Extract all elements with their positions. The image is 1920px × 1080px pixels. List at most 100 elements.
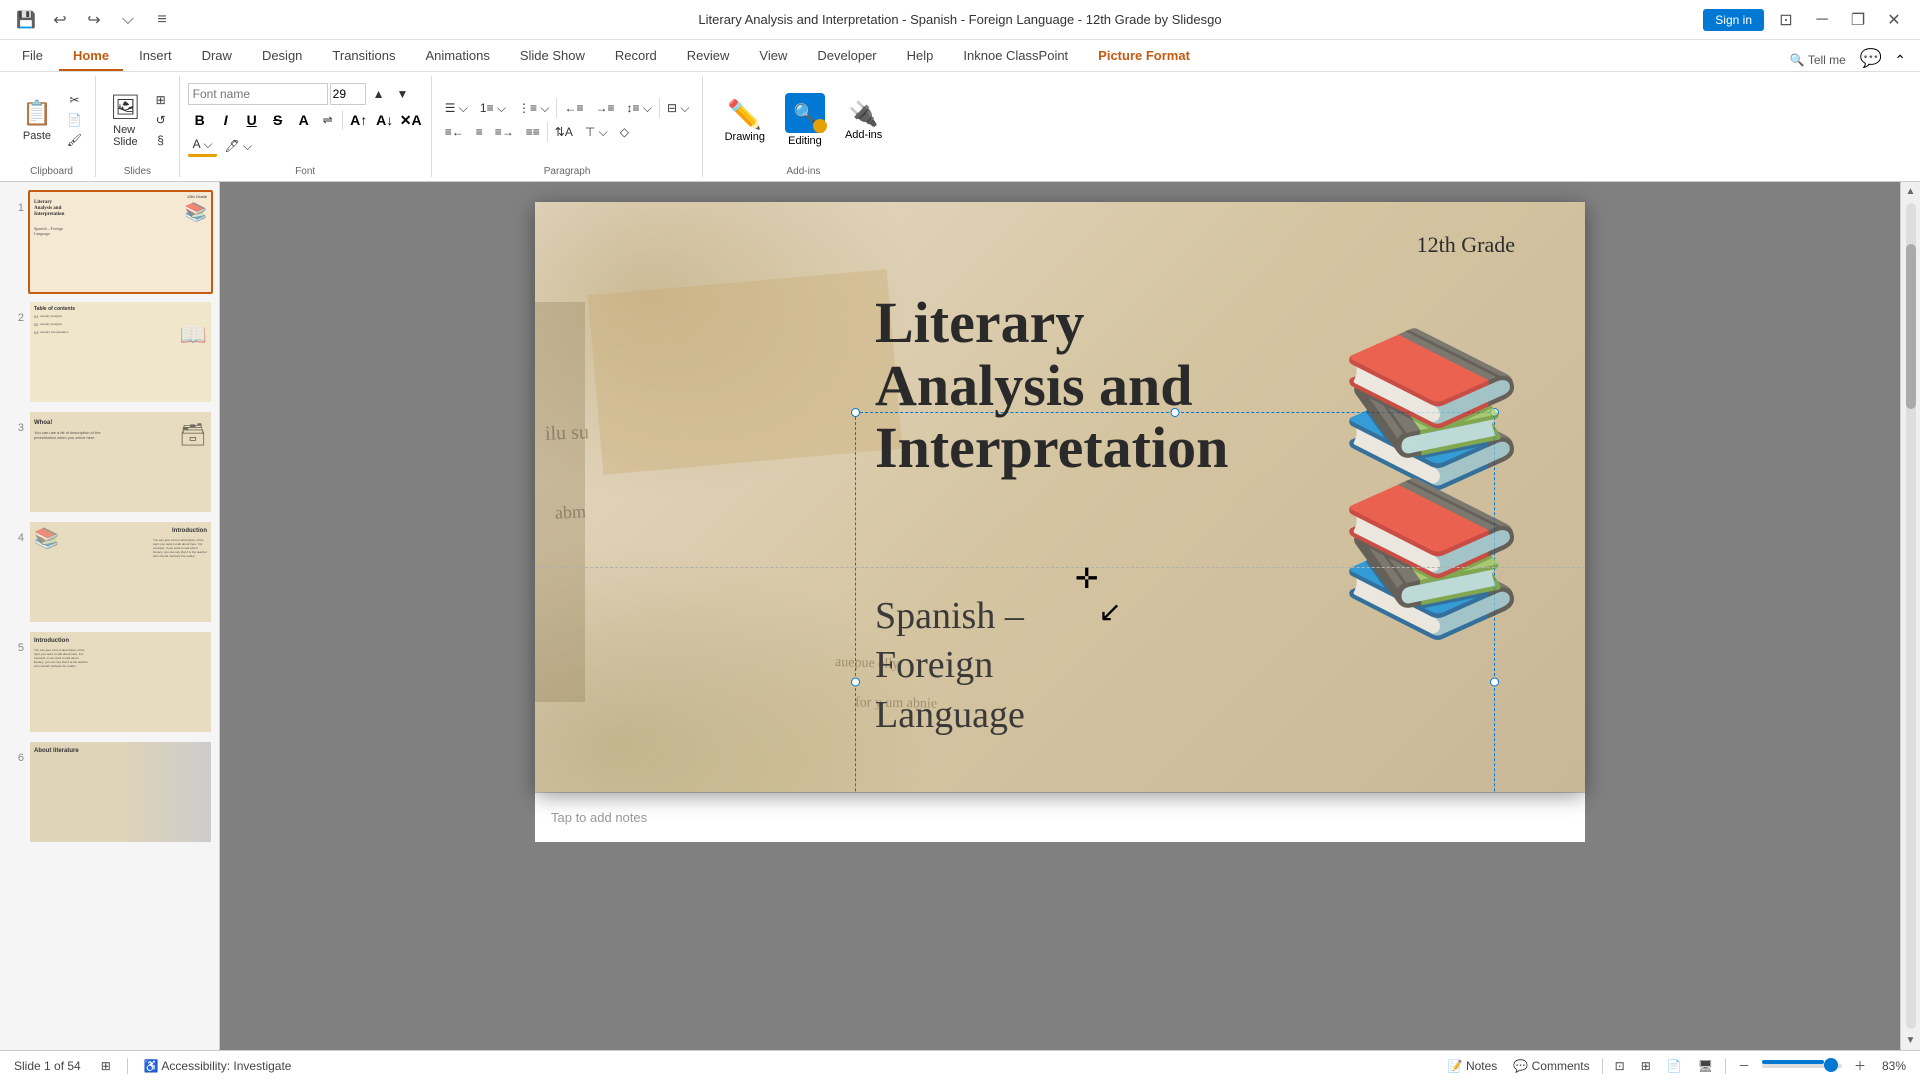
tab-design[interactable]: Design	[248, 42, 316, 71]
slide-item-3[interactable]: 3 Whoa! You can use a bit of description…	[6, 410, 213, 514]
tab-developer[interactable]: Developer	[803, 42, 890, 71]
presenter-view-button[interactable]: 🖥	[1694, 1057, 1717, 1075]
search-tell-me[interactable]: 🔍 Tell me	[1782, 49, 1854, 71]
scroll-track[interactable]	[1906, 203, 1916, 1029]
tab-draw[interactable]: Draw	[188, 42, 246, 71]
increase-font-button[interactable]: A↑	[347, 109, 371, 131]
close-button[interactable]: ✕	[1880, 6, 1908, 34]
slide-layout-button[interactable]: ⊞	[151, 91, 171, 109]
zoom-level[interactable]: 83%	[1878, 1057, 1910, 1075]
save-icon[interactable]: 💾	[12, 6, 40, 34]
tab-picture-format[interactable]: Picture Format	[1084, 42, 1204, 71]
slide-thumb-3[interactable]: Whoa! You can use a bit of description o…	[28, 410, 213, 514]
tab-help[interactable]: Help	[893, 42, 948, 71]
align-left-button[interactable]: ≡←	[440, 123, 469, 141]
zoom-thumb[interactable]	[1824, 1058, 1838, 1072]
slide-thumb-4[interactable]: 📚 Introduction You can give a bit of des…	[28, 520, 213, 624]
bullets-button[interactable]: ☰ ⌵	[440, 99, 473, 118]
comments-button[interactable]: 💬 Comments	[1509, 1057, 1593, 1075]
tab-insert[interactable]: Insert	[125, 42, 186, 71]
tab-inknoe[interactable]: Inknoe ClassPoint	[949, 42, 1082, 71]
slide-item-1[interactable]: 1 LiteraryAnalysis andInterpretation Spa…	[6, 190, 213, 294]
reset-slide-button[interactable]: ↺	[151, 111, 171, 129]
justify-button[interactable]: ≡≡	[521, 123, 545, 141]
character-spacing-button[interactable]: ⇌	[318, 111, 338, 129]
align-text-button[interactable]: ⊤ ⌵	[580, 123, 613, 142]
columns-button[interactable]: ⊟ ⌵	[662, 99, 695, 118]
tab-view[interactable]: View	[745, 42, 801, 71]
addins-main-button[interactable]: 🔌 Add-ins	[837, 96, 890, 145]
increase-indent-button[interactable]: →≡	[590, 99, 619, 117]
multilevel-list-button[interactable]: ⋮≡ ⌵	[513, 99, 554, 118]
section-button[interactable]: §	[151, 131, 171, 149]
copy-button[interactable]: 📄	[62, 111, 87, 129]
paste-button[interactable]: 📋 Paste	[16, 90, 58, 150]
slide-canvas[interactable]: ilu su abm auepue elly for y um abnie 12…	[535, 202, 1585, 792]
bold-button[interactable]: B	[188, 109, 212, 131]
reading-view-button[interactable]: 📄	[1663, 1057, 1686, 1075]
tab-home[interactable]: Home	[59, 42, 123, 71]
slide-item-6[interactable]: 6 About literature	[6, 740, 213, 844]
font-color-dropdown[interactable]: A ⌵	[188, 135, 218, 157]
decrease-font-button[interactable]: A↓	[373, 109, 397, 131]
zoom-out-button[interactable]: －	[1734, 1055, 1754, 1076]
customize-icon[interactable]: ≡	[148, 6, 176, 34]
slide-thumb-2[interactable]: Table of contents 01 Literary Analysis 0…	[28, 300, 213, 404]
slide-title[interactable]: Literary Analysis and Interpretation	[875, 292, 1228, 480]
underline-button[interactable]: U	[240, 109, 264, 131]
format-painter-button[interactable]: 🖌	[62, 131, 87, 149]
slide-thumb-5[interactable]: Introduction You can give a bit of descr…	[28, 630, 213, 734]
restore-button[interactable]: ❐	[1844, 6, 1872, 34]
slide-thumb-6[interactable]: About literature	[28, 740, 213, 844]
scroll-up-icon[interactable]: ▲	[1906, 186, 1916, 197]
comments-icon[interactable]: 💬	[1854, 46, 1888, 71]
canvas-area[interactable]: ilu su abm auepue elly for y um abnie 12…	[220, 182, 1900, 1050]
italic-button[interactable]: I	[214, 109, 238, 131]
slide-item-4[interactable]: 4 📚 Introduction You can give a bit of d…	[6, 520, 213, 624]
slide-item-5[interactable]: 5 Introduction You can give a bit of des…	[6, 630, 213, 734]
tab-record[interactable]: Record	[601, 42, 671, 71]
strikethrough-button[interactable]: S	[266, 109, 290, 131]
line-spacing-button[interactable]: ↕≡ ⌵	[622, 99, 657, 118]
clear-format-button[interactable]: ✕A	[399, 109, 423, 131]
tab-slideshow[interactable]: Slide Show	[506, 42, 599, 71]
tab-review[interactable]: Review	[673, 42, 744, 71]
font-size-increment-icon[interactable]: ▲	[368, 85, 390, 103]
sign-in-button[interactable]: Sign in	[1703, 9, 1764, 31]
normal-view-button[interactable]: ⊡	[1611, 1057, 1629, 1075]
notes-panel[interactable]: Tap to add notes	[535, 792, 1585, 842]
slide-info[interactable]: Slide 1 of 54	[10, 1057, 85, 1075]
quick-access-more-icon[interactable]: ⌵	[114, 6, 142, 34]
align-center-button[interactable]: ≡	[471, 123, 488, 141]
tab-transitions[interactable]: Transitions	[318, 42, 409, 71]
text-shadow-button[interactable]: A	[292, 109, 316, 131]
minimize-button[interactable]: ─	[1808, 6, 1836, 34]
font-size-decrement-icon[interactable]: ▼	[392, 85, 414, 103]
slide-item-2[interactable]: 2 Table of contents 01 Literary Analysis…	[6, 300, 213, 404]
redo-icon[interactable]: ↪	[80, 6, 108, 34]
ribbon-display-icon[interactable]: ⊡	[1772, 6, 1800, 34]
text-direction-button[interactable]: ⇅A	[550, 123, 578, 141]
tab-file[interactable]: File	[8, 42, 57, 71]
font-name-input[interactable]	[188, 83, 328, 105]
numbering-button[interactable]: 1≡ ⌵	[475, 99, 511, 118]
accessibility-button[interactable]: ♿ Accessibility: Investigate	[140, 1057, 296, 1075]
editing-button[interactable]: 🔍 Editing	[777, 89, 833, 151]
align-right-button[interactable]: ≡→	[490, 123, 519, 141]
zoom-in-button[interactable]: ＋	[1850, 1055, 1870, 1076]
slide-sorter-button[interactable]: ⊞	[1637, 1057, 1655, 1075]
tab-animations[interactable]: Animations	[412, 42, 504, 71]
drawing-button[interactable]: ✏️ Drawing	[717, 94, 773, 147]
smartart-button[interactable]: ◇	[615, 123, 634, 141]
slide-thumb-1[interactable]: LiteraryAnalysis andInterpretation Spani…	[28, 190, 213, 294]
zoom-slider[interactable]	[1762, 1064, 1842, 1068]
new-slide-button[interactable]: 🖼 NewSlide	[104, 90, 146, 150]
undo-icon[interactable]: ↩	[46, 6, 74, 34]
scroll-thumb[interactable]	[1906, 244, 1916, 409]
notes-button[interactable]: 📝 Notes	[1444, 1057, 1502, 1075]
slide-view-options-button[interactable]: ⊞	[97, 1057, 115, 1075]
highlight-color-dropdown[interactable]: 🖊 ⌵	[219, 137, 257, 156]
collapse-ribbon-icon[interactable]: ⌃	[1888, 50, 1912, 71]
decrease-indent-button[interactable]: ←≡	[559, 99, 588, 117]
scroll-down-icon[interactable]: ▼	[1906, 1035, 1916, 1046]
